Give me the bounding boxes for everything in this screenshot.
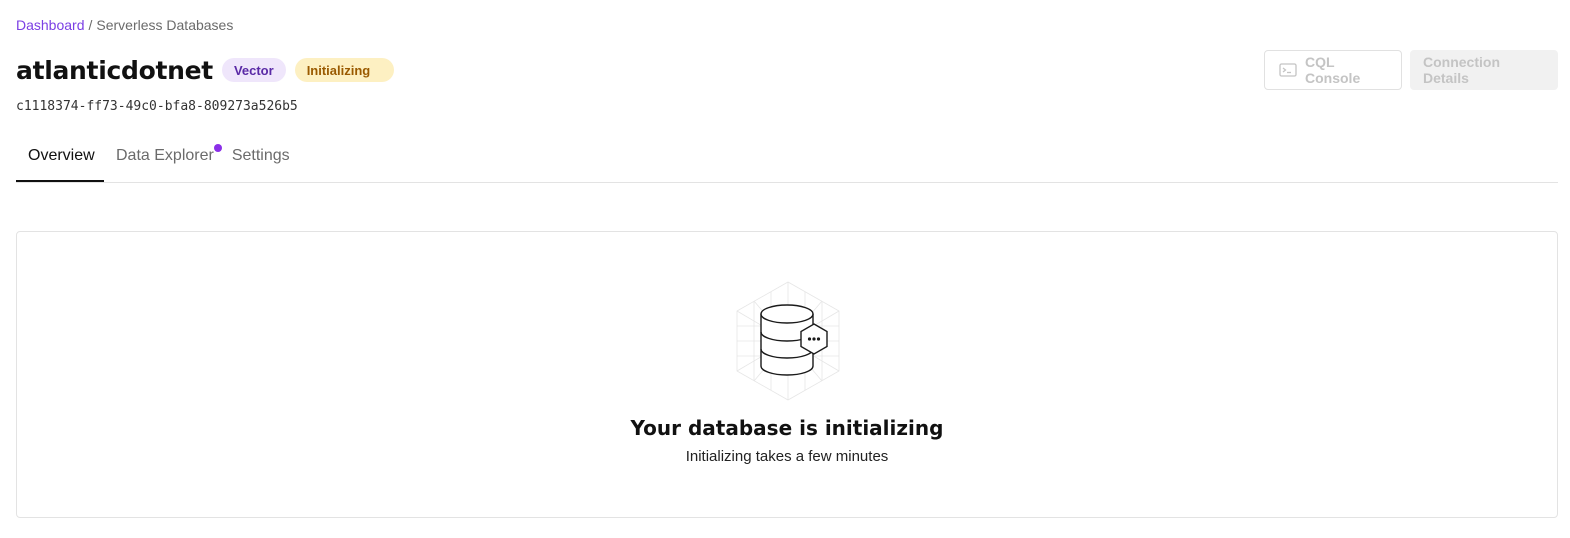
empty-state-title: Your database is initializing xyxy=(630,416,944,440)
tab-data-explorer-label: Data Explorer xyxy=(116,147,214,164)
database-header: atlanticdotnet Vector Initializing xyxy=(16,53,395,87)
header-actions: CQL Console Connection Details xyxy=(1264,50,1558,90)
tab-settings-label: Settings xyxy=(231,147,290,164)
page-title: atlanticdotnet xyxy=(16,55,213,85)
connection-details-label: Connection Details xyxy=(1423,54,1500,86)
terminal-icon xyxy=(1279,63,1297,77)
tab-overview-label: Overview xyxy=(28,147,95,164)
tab-settings[interactable]: Settings xyxy=(226,136,290,181)
status-badge: Initializing xyxy=(294,58,395,82)
breadcrumb-dashboard-link[interactable]: Dashboard xyxy=(16,17,85,33)
tab-data-explorer[interactable]: Data Explorer xyxy=(104,136,226,181)
connection-details-button[interactable]: Connection Details xyxy=(1410,50,1558,90)
breadcrumb-separator: / xyxy=(88,17,93,33)
cql-console-button[interactable]: CQL Console xyxy=(1264,50,1402,90)
cql-console-label: CQL Console xyxy=(1305,54,1361,86)
empty-state-subtitle: Initializing takes a few minutes xyxy=(685,448,889,465)
vector-badge: Vector xyxy=(221,58,286,82)
breadcrumb: Dashboard / Serverless Databases xyxy=(16,17,233,33)
tab-bar: Overview Data Explorer Settings xyxy=(16,136,1558,183)
breadcrumb-current: Serverless Databases xyxy=(96,17,234,33)
database-initializing-icon xyxy=(733,280,843,402)
notification-dot xyxy=(213,144,222,152)
database-id: c1118374-ff73-49c0-bfa8-809273a526b5 xyxy=(16,99,298,114)
tab-overview[interactable]: Overview xyxy=(16,136,104,182)
overview-panel: Your database is initializing Initializi… xyxy=(16,231,1558,518)
